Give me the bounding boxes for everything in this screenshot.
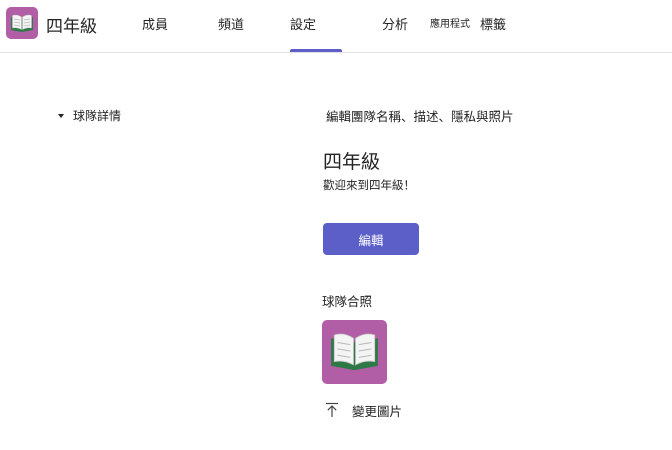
open-book-icon (11, 14, 33, 32)
tab-channels[interactable]: 頻道 (218, 14, 244, 33)
team-photo (322, 320, 387, 384)
team-photo-label: 球隊合照 (322, 294, 373, 309)
tab-members[interactable]: 成員 (142, 14, 168, 33)
edit-button[interactable]: 編輯 (323, 223, 419, 255)
change-photo-button[interactable]: 變更圖片 (325, 400, 402, 420)
team-details-toggle[interactable]: 球隊詳情 (58, 106, 121, 124)
team-details-label: 球隊詳情 (73, 108, 122, 123)
open-book-icon (331, 333, 378, 371)
team-title: 四年級 (46, 17, 97, 37)
tab-analytics[interactable]: 分析 (382, 14, 408, 33)
team-settings-page: 四年級 成員 頻道 設定 分析 應用程式 標籤 球隊詳情 編輯團隊名稱、描述、隱… (0, 0, 672, 450)
caret-down-icon (58, 113, 64, 118)
change-photo-label: 變更圖片 (352, 403, 403, 419)
tab-apps[interactable]: 應用程式 (430, 15, 470, 30)
tab-settings[interactable]: 設定 (290, 14, 316, 33)
team-description: 歡迎來到四年級！ (323, 178, 415, 192)
active-tab-indicator (290, 49, 342, 52)
team-header: 四年級 成員 頻道 設定 分析 應用程式 標籤 (0, 0, 672, 53)
team-name-display: 四年級 (323, 151, 381, 173)
upload-arrow-icon (326, 402, 338, 417)
tab-tags[interactable]: 標籤 (480, 14, 506, 33)
details-subtitle: 編輯團隊名稱、描述、隱私與照片 (326, 109, 514, 124)
team-avatar-small[interactable] (6, 7, 38, 39)
